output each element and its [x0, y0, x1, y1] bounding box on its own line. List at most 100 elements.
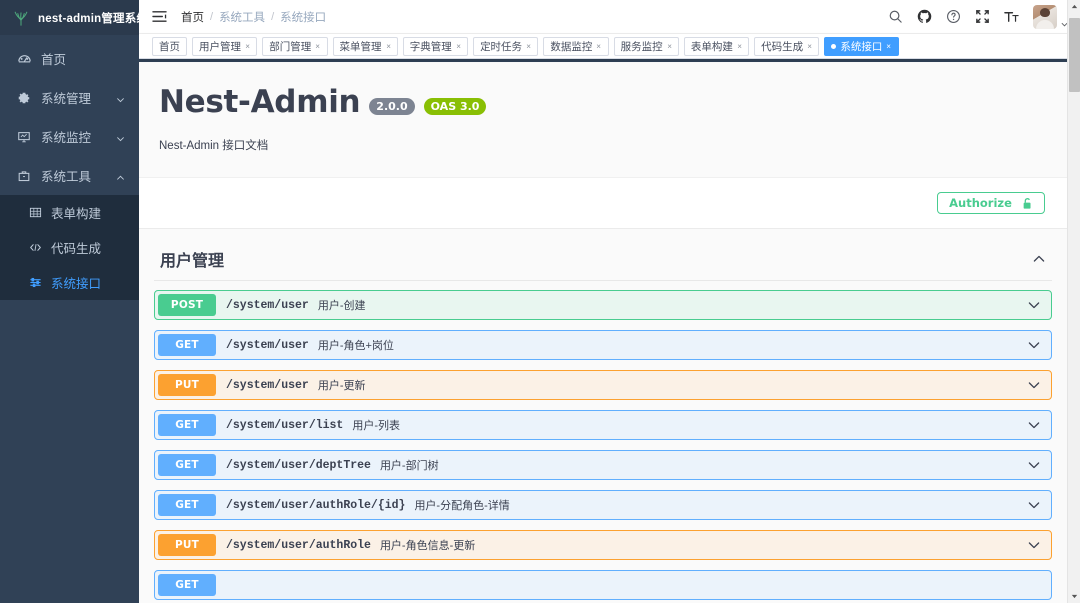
navbar-actions [888, 4, 1072, 29]
sidebar-item-system-monitor-label: 系统监控 [41, 131, 92, 145]
breadcrumb-separator: / [210, 10, 214, 23]
operation-path: /system/user/authRole [226, 538, 371, 552]
tab-dept-management[interactable]: 部门管理 × [262, 36, 328, 56]
github-icon[interactable] [917, 9, 932, 24]
http-method-badge: PUT [158, 534, 216, 556]
sidebar-item-code-gen-label: 代码生成 [51, 242, 102, 256]
breadcrumb-item-2[interactable]: 系统接口 [280, 9, 326, 25]
tab-label: 首页 [159, 40, 180, 53]
close-icon[interactable]: × [456, 42, 461, 50]
sidebar-item-code-gen[interactable]: 代码生成 [0, 230, 139, 265]
chevron-down-icon [116, 132, 125, 141]
tab-scheduled-tasks[interactable]: 定时任务 × [473, 36, 539, 56]
http-method-badge: PUT [158, 374, 216, 396]
hamburger-icon[interactable] [152, 10, 167, 23]
close-icon[interactable]: × [597, 42, 602, 50]
sidebar: nest-admin管理系统 首页 系统管理 系统监控 系统工具 表单构建 代码… [0, 0, 139, 603]
tab-label: 定时任务 [480, 40, 523, 53]
operation-summary: 用户-分配角色-详情 [414, 500, 510, 512]
sidebar-menu: 首页 系统管理 系统监控 系统工具 表单构建 代码生成 系统接口 [0, 35, 139, 300]
operation-summary: 用户-角色+岗位 [317, 340, 394, 352]
tab-system-api[interactable]: 系统接口 × [824, 36, 899, 56]
sidebar-item-system-tools[interactable]: 系统工具 [0, 156, 139, 195]
main-pane: 首页 / 系统工具 / 系统接口 首页 用户管理 × 部门管理 × 菜单管理 ×… [139, 0, 1080, 603]
tab-menu-management[interactable]: 菜单管理 × [332, 36, 398, 56]
font-size-icon[interactable] [1004, 9, 1019, 24]
chevron-down-icon[interactable] [1026, 457, 1042, 473]
chevron-up-icon[interactable] [1031, 251, 1047, 267]
sidebar-item-system-management[interactable]: 系统管理 [0, 78, 139, 117]
tab-user-management[interactable]: 用户管理 × [192, 36, 258, 56]
close-icon[interactable]: × [316, 42, 321, 50]
swagger-ui: Nest-Admin 2.0.0 OAS 3.0 Nest-Admin 接口文档… [139, 62, 1067, 603]
tag-header[interactable]: 用户管理 [154, 247, 1052, 281]
chevron-down-icon[interactable] [1026, 377, 1042, 393]
tab-service-monitor[interactable]: 服务监控 × [613, 36, 679, 56]
page-scrollbar[interactable] [1067, 0, 1080, 603]
search-icon[interactable] [888, 9, 903, 24]
sidebar-item-system-management-label: 系统管理 [41, 92, 92, 106]
close-icon[interactable]: × [737, 42, 742, 50]
toolbox-icon [16, 168, 32, 184]
close-icon[interactable]: × [887, 42, 892, 50]
help-icon[interactable] [946, 9, 961, 24]
close-icon[interactable]: × [667, 42, 672, 50]
operation-row[interactable]: GET /system/user 用户-角色+岗位 [154, 330, 1052, 360]
operation-row[interactable]: GET /system/user/list 用户-列表 [154, 410, 1052, 440]
scroll-up-arrow[interactable] [1068, 0, 1080, 13]
breadcrumb-item-0: 首页 [181, 11, 204, 24]
avatar-menu[interactable] [1033, 4, 1068, 29]
operation-row[interactable]: GET /system/user/deptTree 用户-部门树 [154, 450, 1052, 480]
tab-form-builder[interactable]: 表单构建 × [683, 36, 750, 56]
navbar: 首页 / 系统工具 / 系统接口 [139, 0, 1080, 34]
sidebar-item-system-api[interactable]: 系统接口 [0, 265, 139, 300]
operation-path: /system/user/deptTree [226, 458, 371, 472]
close-icon[interactable]: × [807, 42, 812, 50]
plant-leaf-icon [12, 10, 30, 26]
tab-label: 菜单管理 [339, 40, 382, 53]
sidebar-item-home[interactable]: 首页 [0, 39, 139, 78]
operation-row[interactable]: GET [154, 570, 1052, 600]
chevron-down-icon[interactable] [1026, 337, 1042, 353]
active-dot-icon [831, 43, 837, 49]
operations-list: POST /system/user 用户-创建 GET /system/user… [154, 281, 1052, 600]
operation-summary: 用户-部门树 [379, 460, 439, 472]
tab-home[interactable]: 首页 [152, 36, 187, 56]
sidebar-item-system-monitor[interactable]: 系统监控 [0, 117, 139, 156]
close-icon[interactable]: × [526, 42, 531, 50]
dashboard-icon [16, 51, 32, 67]
operation-row[interactable]: POST /system/user 用户-创建 [154, 290, 1052, 320]
operation-row[interactable]: PUT /system/user 用户-更新 [154, 370, 1052, 400]
tab-data-monitor[interactable]: 数据监控 × [543, 36, 609, 56]
chevron-down-icon[interactable] [1026, 417, 1042, 433]
sidebar-logo-text: nest-admin管理系统 [38, 12, 139, 25]
sidebar-submenu-system-tools: 表单构建 代码生成 系统接口 [0, 195, 139, 300]
breadcrumb-separator: / [271, 10, 275, 23]
chevron-down-icon[interactable] [1026, 297, 1042, 313]
chevron-down-icon[interactable] [1026, 497, 1042, 513]
close-icon[interactable]: × [245, 42, 250, 50]
tab-label: 系统接口 [840, 40, 883, 53]
scroll-thumb[interactable] [1069, 18, 1080, 92]
tab-code-gen[interactable]: 代码生成 × [754, 36, 820, 56]
sidebar-logo[interactable]: nest-admin管理系统 [0, 0, 139, 35]
tab-label: 部门管理 [269, 40, 312, 53]
code-icon [28, 241, 42, 255]
chevron-down-icon[interactable] [1026, 537, 1042, 553]
http-method-badge: GET [158, 414, 216, 436]
operation-path: /system/user/list [226, 418, 344, 432]
scroll-down-arrow[interactable] [1068, 590, 1080, 603]
fullscreen-icon[interactable] [975, 9, 990, 24]
breadcrumb-item-1[interactable]: 系统工具 [219, 9, 265, 25]
operation-row[interactable]: GET /system/user/authRole/{id} 用户-分配角色-详… [154, 490, 1052, 520]
http-method-badge: GET [158, 574, 216, 596]
sidebar-item-form-builder[interactable]: 表单构建 [0, 195, 139, 230]
tab-dict-management[interactable]: 字典管理 × [402, 36, 469, 56]
operation-summary: 用户-列表 [352, 420, 400, 432]
authorize-button-label: Authorize [949, 196, 1012, 210]
operation-row[interactable]: PUT /system/user/authRole 用户-角色信息-更新 [154, 530, 1052, 560]
http-method-badge: GET [158, 334, 216, 356]
authorize-button[interactable]: Authorize [937, 192, 1045, 214]
close-icon[interactable]: × [386, 42, 391, 50]
unlock-icon [1022, 197, 1033, 210]
